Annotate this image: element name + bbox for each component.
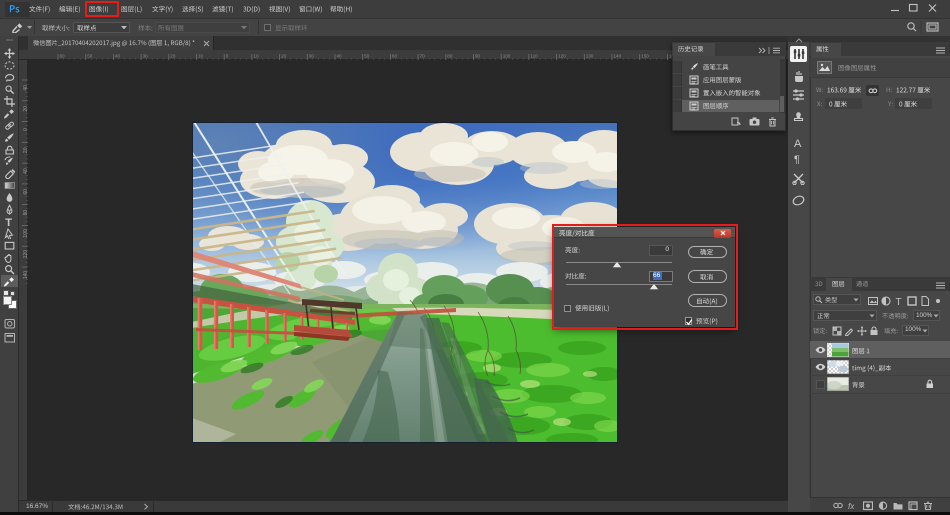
svg-text:fx: fx	[848, 502, 855, 511]
svg-text:80: 80	[447, 54, 453, 59]
svg-text:120: 120	[23, 250, 28, 259]
svg-text:80: 80	[23, 210, 28, 216]
svg-text:60: 60	[60, 54, 66, 59]
svg-text:0: 0	[23, 128, 28, 131]
svg-text:60: 60	[23, 189, 28, 195]
svg-text:30: 30	[309, 54, 315, 59]
svg-text:20: 20	[281, 54, 287, 59]
svg-text:20: 20	[170, 54, 176, 59]
svg-text:140: 140	[614, 54, 622, 59]
svg-text:10: 10	[198, 54, 204, 59]
svg-text:T: T	[5, 217, 12, 227]
svg-text:40: 40	[23, 85, 28, 91]
svg-text:110: 110	[530, 54, 538, 59]
svg-text:40: 40	[115, 54, 121, 59]
svg-text:60: 60	[392, 54, 398, 59]
svg-text:50: 50	[87, 54, 93, 59]
svg-text:100: 100	[23, 229, 28, 238]
svg-text:90: 90	[475, 54, 481, 59]
svg-text:40: 40	[337, 54, 343, 59]
svg-text:0: 0	[226, 54, 229, 59]
svg-text:30: 30	[143, 54, 149, 59]
svg-text:140: 140	[23, 271, 28, 280]
svg-text:150: 150	[641, 54, 649, 59]
svg-text:20: 20	[23, 106, 28, 112]
svg-text:130: 130	[586, 54, 594, 59]
svg-text:70: 70	[420, 54, 426, 59]
svg-text:120: 120	[558, 54, 566, 59]
svg-text:100: 100	[503, 54, 511, 59]
svg-text:20: 20	[23, 147, 28, 153]
svg-text:T: T	[896, 297, 902, 306]
svg-text:50: 50	[364, 54, 370, 59]
svg-text:40: 40	[23, 168, 28, 174]
svg-text:¶: ¶	[794, 154, 800, 164]
svg-text:A: A	[794, 138, 802, 148]
svg-text:10: 10	[253, 54, 259, 59]
